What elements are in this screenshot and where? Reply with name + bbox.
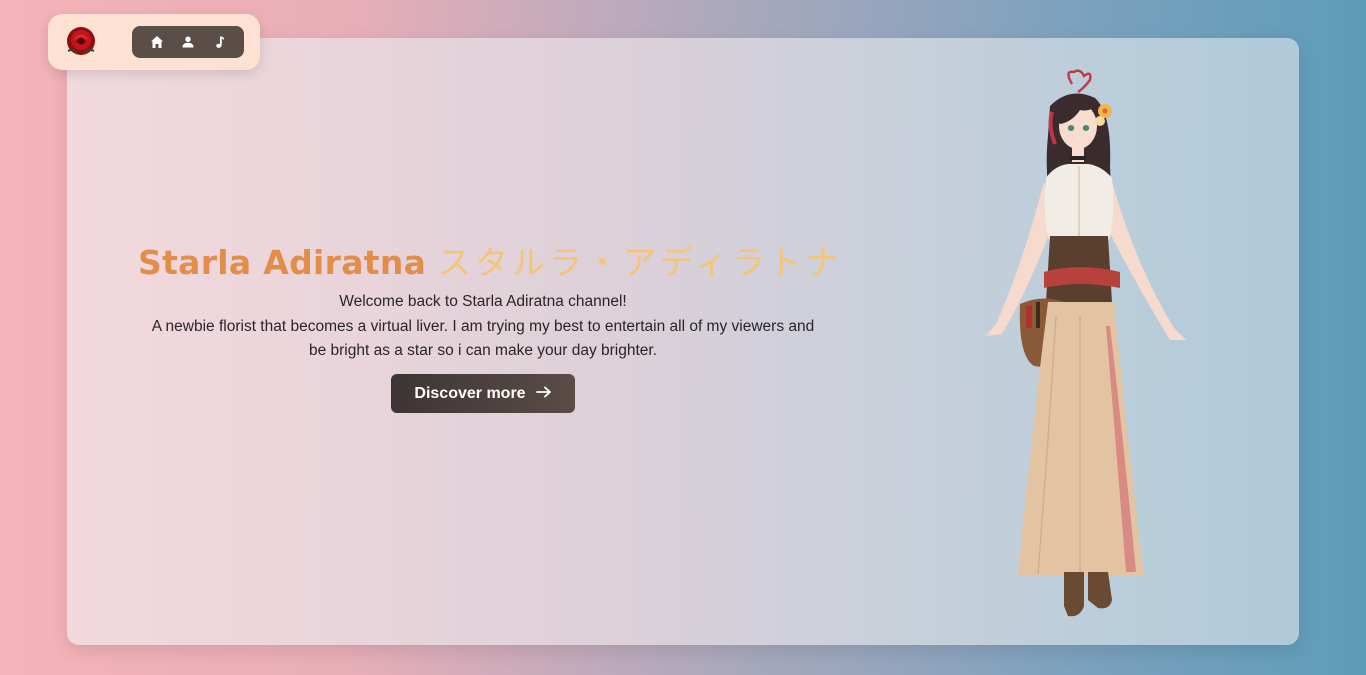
discover-more-label: Discover more bbox=[414, 384, 526, 402]
nav-menu bbox=[132, 26, 244, 58]
hero-title: Starla Adiratna スタルラ・アディラトナ bbox=[138, 236, 878, 284]
description-line-2: be bright as a star so i can make your d… bbox=[308, 342, 658, 359]
discover-more-button[interactable]: Discover more bbox=[391, 374, 575, 413]
character-illustration bbox=[960, 66, 1210, 626]
title-japanese: スタルラ・アディラトナ bbox=[438, 243, 843, 282]
home-icon[interactable] bbox=[146, 31, 168, 53]
title-latin: Starla Adiratna bbox=[138, 243, 427, 282]
arrow-right-icon bbox=[535, 385, 552, 403]
music-note-icon[interactable] bbox=[208, 31, 230, 53]
hero-description: Welcome back to Starla Adiratna channel!… bbox=[92, 290, 874, 364]
top-nav bbox=[48, 14, 260, 70]
rose-icon[interactable] bbox=[62, 24, 100, 60]
welcome-line: Welcome back to Starla Adiratna channel! bbox=[339, 293, 627, 310]
user-icon[interactable] bbox=[177, 31, 199, 53]
description-line-1: A newbie florist that becomes a virtual … bbox=[151, 317, 815, 335]
